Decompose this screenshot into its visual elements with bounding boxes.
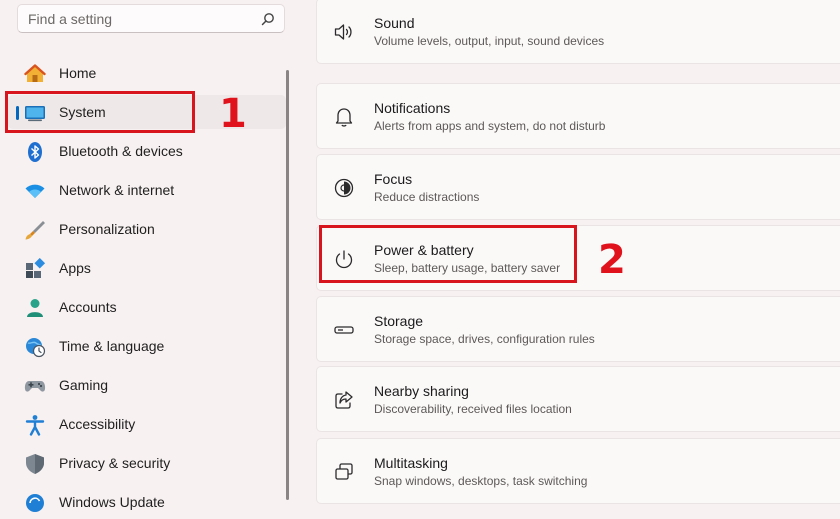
- sidebar-item-privacy-security[interactable]: Privacy & security: [8, 446, 286, 480]
- accessibility-icon: [24, 414, 46, 436]
- setting-storage[interactable]: Storage Storage space, drives, configura…: [316, 296, 840, 362]
- sidebar-item-label: Personalization: [59, 221, 155, 237]
- person-icon: [24, 297, 46, 319]
- share-icon: [333, 389, 355, 411]
- search-icon[interactable]: [261, 12, 275, 26]
- sidebar-item-label: Bluetooth & devices: [59, 143, 183, 159]
- sidebar-item-label: Accessibility: [59, 416, 136, 432]
- home-icon: [24, 63, 46, 85]
- highlight-box-system: [5, 91, 195, 133]
- sidebar-item-accessibility[interactable]: Accessibility: [8, 407, 286, 441]
- sidebar-item-time-language[interactable]: Time & language: [8, 329, 286, 363]
- setting-subtitle: Reduce distractions: [374, 190, 480, 204]
- step-number-1: 1: [219, 91, 247, 137]
- update-icon: [24, 492, 46, 514]
- highlight-box-power-battery: [319, 225, 577, 283]
- multitask-icon: [333, 461, 355, 483]
- setting-title: Multitasking: [374, 455, 448, 471]
- setting-title: Focus: [374, 171, 413, 187]
- setting-notifications[interactable]: Notifications Alerts from apps and syste…: [316, 83, 840, 149]
- focus-icon: [333, 177, 355, 199]
- setting-title: Nearby sharing: [374, 383, 469, 399]
- sidebar-item-label: Time & language: [59, 338, 165, 354]
- step-number-2: 2: [598, 237, 626, 283]
- sidebar-item-apps[interactable]: Apps: [8, 251, 286, 285]
- sidebar-item-label: Home: [59, 65, 97, 81]
- setting-subtitle: Volume levels, output, input, sound devi…: [374, 34, 605, 48]
- shield-icon: [24, 453, 46, 475]
- sidebar-item-personalization[interactable]: Personalization: [8, 212, 286, 246]
- bluetooth-icon: [24, 141, 46, 163]
- setting-subtitle: Storage space, drives, configuration rul…: [374, 332, 595, 346]
- gamepad-icon: [24, 375, 46, 397]
- sidebar-item-network[interactable]: Network & internet: [8, 173, 286, 207]
- search-box[interactable]: Find a setting: [17, 4, 285, 33]
- wifi-icon: [24, 180, 46, 202]
- setting-sound[interactable]: Sound Volume levels, output, input, soun…: [316, 0, 840, 64]
- setting-subtitle: Discoverability, received files location: [374, 402, 572, 416]
- sidebar: Find a setting Home System Bluetooth & d…: [0, 0, 300, 512]
- brush-icon: [24, 219, 46, 241]
- apps-icon: [24, 258, 46, 280]
- setting-subtitle: Snap windows, desktops, task switching: [374, 474, 588, 488]
- setting-nearby-sharing[interactable]: Nearby sharing Discoverability, received…: [316, 366, 840, 432]
- setting-subtitle: Alerts from apps and system, do not dist…: [374, 119, 606, 133]
- search-input[interactable]: Find a setting: [28, 11, 112, 27]
- storage-icon: [333, 319, 355, 341]
- setting-multitasking[interactable]: Multitasking Snap windows, desktops, tas…: [316, 438, 840, 504]
- bell-icon: [333, 106, 355, 128]
- sidebar-item-gaming[interactable]: Gaming: [8, 368, 286, 402]
- sidebar-item-accounts[interactable]: Accounts: [8, 290, 286, 324]
- setting-title: Storage: [374, 313, 424, 329]
- sidebar-item-label: Windows Update: [59, 494, 165, 510]
- globe-clock-icon: [24, 336, 46, 358]
- sidebar-item-label: Accounts: [59, 299, 117, 315]
- setting-focus[interactable]: Focus Reduce distractions: [316, 154, 840, 220]
- sidebar-item-bluetooth[interactable]: Bluetooth & devices: [8, 134, 286, 168]
- sidebar-item-label: Apps: [59, 260, 91, 276]
- speaker-icon: [333, 21, 355, 43]
- sidebar-item-label: Network & internet: [59, 182, 175, 198]
- sidebar-item-home[interactable]: Home: [8, 56, 286, 90]
- sidebar-scrollbar[interactable]: [286, 70, 289, 500]
- sidebar-item-label: Gaming: [59, 377, 109, 393]
- sidebar-item-label: Privacy & security: [59, 455, 171, 471]
- setting-title: Sound: [374, 15, 415, 31]
- sidebar-item-windows-update[interactable]: Windows Update: [8, 485, 286, 519]
- setting-title: Notifications: [374, 100, 451, 116]
